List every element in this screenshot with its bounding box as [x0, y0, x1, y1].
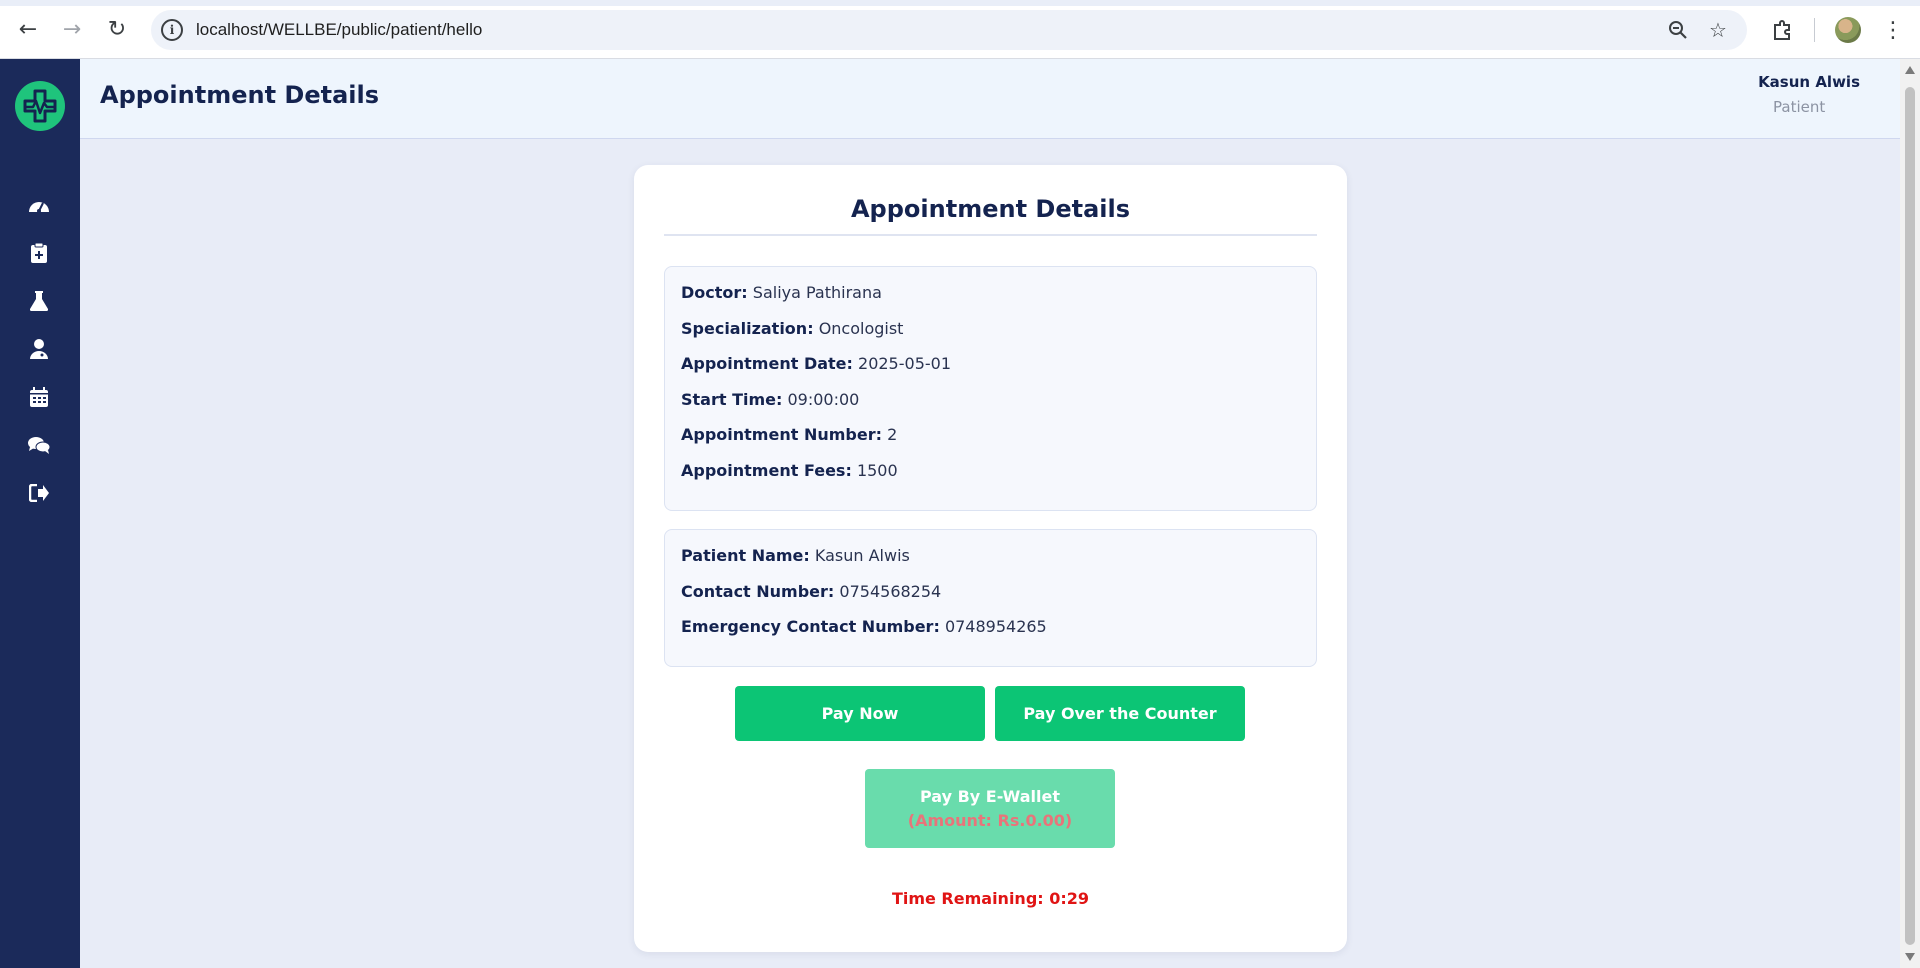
calendar-icon[interactable]: [24, 382, 54, 412]
pay-over-counter-button[interactable]: Pay Over the Counter: [995, 686, 1245, 741]
emergency-contact-row: Emergency Contact Number: 0748954265: [681, 617, 1047, 636]
reload-icon[interactable]: ↻: [101, 14, 133, 46]
user-role: Patient: [1773, 98, 1826, 116]
appointment-number-row: Appointment Number: 2: [681, 425, 897, 444]
patient-name-label: Patient Name:: [681, 546, 810, 565]
specialization-label: Specialization:: [681, 319, 814, 338]
scroll-up-arrow-icon[interactable]: [1905, 66, 1915, 74]
ewallet-label: Pay By E-Wallet: [920, 786, 1060, 806]
tab-strip: [0, 0, 1920, 6]
page-header: Appointment Details Kasun Alwis Patient: [80, 59, 1900, 139]
doctor-value: Saliya Pathirana: [752, 283, 882, 302]
contact-number-row: Contact Number: 0754568254: [681, 582, 941, 601]
start-time-label: Start Time:: [681, 390, 783, 409]
page-scrollbar[interactable]: [1900, 59, 1920, 968]
bookmark-star-icon[interactable]: ☆: [1706, 18, 1730, 42]
title-divider: [664, 234, 1317, 236]
specialization-row: Specialization: Oncologist: [681, 319, 903, 338]
chat-icon[interactable]: [24, 430, 54, 460]
sidebar: [0, 59, 80, 968]
doctor-row: Doctor: Saliya Pathirana: [681, 283, 882, 302]
ewallet-amount: (Amount: Rs.0.00): [907, 810, 1073, 830]
start-time-value: 09:00:00: [787, 390, 860, 409]
card-title: Appointment Details: [850, 195, 1130, 223]
dashboard-icon[interactable]: [24, 190, 54, 220]
emergency-contact-value: 0748954265: [944, 617, 1047, 636]
url-text[interactable]: localhost/WELLBE/public/patient/hello: [196, 20, 482, 40]
patient-name-row: Patient Name: Kasun Alwis: [681, 546, 910, 565]
forward-arrow-icon[interactable]: →: [56, 14, 88, 46]
doctor-label: Doctor:: [681, 283, 748, 302]
browser-toolbar: ← → ↻ i localhost/WELLBE/public/patient/…: [0, 0, 1920, 59]
menu-kebab-icon[interactable]: ⋮: [1877, 14, 1909, 46]
page-title: Appointment Details: [100, 81, 380, 109]
back-arrow-icon[interactable]: ←: [12, 14, 44, 46]
emergency-contact-label: Emergency Contact Number:: [681, 617, 940, 636]
toolbar-divider: [1814, 18, 1815, 42]
start-time-row: Start Time: 09:00:00: [681, 390, 859, 409]
appointment-date-label: Appointment Date:: [681, 354, 853, 373]
appointment-number-value: 2: [887, 425, 898, 444]
profile-avatar[interactable]: [1835, 17, 1861, 43]
appointment-fees-row: Appointment Fees: 1500: [681, 461, 898, 480]
appointment-info-panel: Doctor: Saliya Pathirana Specialization:…: [664, 266, 1317, 511]
appointment-date-value: 2025-05-01: [858, 354, 951, 373]
patient-info-panel: Patient Name: Kasun Alwis Contact Number…: [664, 529, 1317, 667]
contact-number-label: Contact Number:: [681, 582, 835, 601]
appointment-fees-value: 1500: [856, 461, 898, 480]
extensions-icon[interactable]: [1766, 14, 1798, 46]
pay-by-ewallet-button[interactable]: Pay By E-Wallet (Amount: Rs.0.00): [865, 769, 1115, 848]
wellbe-logo[interactable]: [15, 81, 65, 131]
address-bar[interactable]: i localhost/WELLBE/public/patient/hello …: [151, 10, 1747, 50]
logout-icon[interactable]: [24, 478, 54, 508]
appointment-date-row: Appointment Date: 2025-05-01: [681, 354, 951, 373]
contact-number-value: 0754568254: [839, 582, 942, 601]
scroll-down-arrow-icon[interactable]: [1905, 953, 1915, 961]
appointment-number-label: Appointment Number:: [681, 425, 882, 444]
flask-icon[interactable]: [24, 286, 54, 316]
user-name: Kasun Alwis: [1758, 73, 1860, 91]
specialization-value: Oncologist: [818, 319, 904, 338]
zoom-icon[interactable]: [1666, 18, 1690, 42]
doctor-icon[interactable]: [24, 334, 54, 364]
site-info-icon[interactable]: i: [161, 19, 183, 41]
time-remaining: Time Remaining: 0:29: [891, 889, 1090, 908]
patient-name-value: Kasun Alwis: [814, 546, 910, 565]
pay-now-button[interactable]: Pay Now: [735, 686, 985, 741]
scroll-thumb[interactable]: [1905, 87, 1915, 945]
clipboard-medical-icon[interactable]: [24, 238, 54, 268]
appointment-card: Appointment Details Doctor: Saliya Pathi…: [634, 165, 1347, 952]
appointment-fees-label: Appointment Fees:: [681, 461, 852, 480]
